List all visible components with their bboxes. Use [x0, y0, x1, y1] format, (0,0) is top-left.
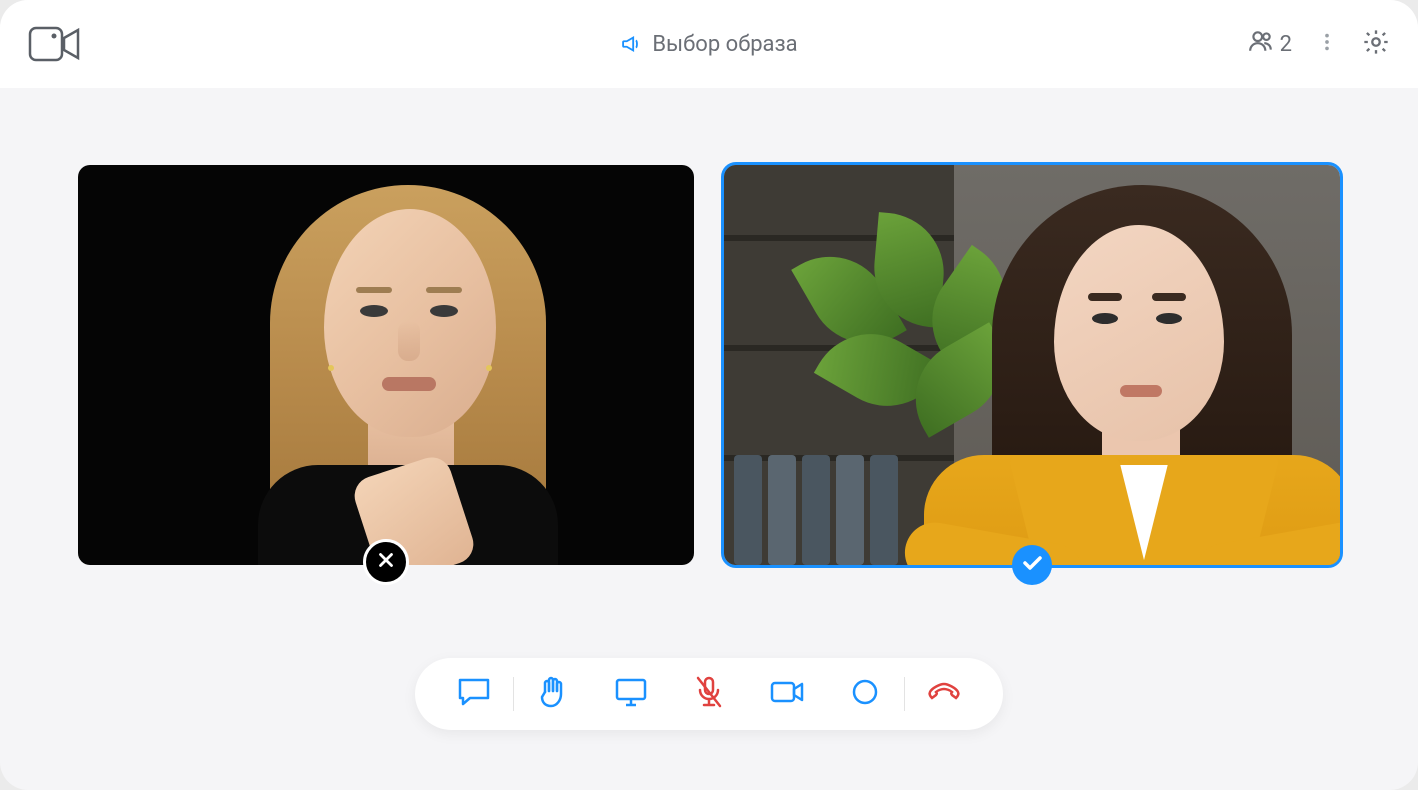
- video-grid: [0, 165, 1418, 565]
- camera-button[interactable]: [748, 658, 826, 730]
- microphone-button[interactable]: [670, 658, 748, 730]
- screen-share-button[interactable]: [592, 658, 670, 730]
- screen-share-icon: [614, 677, 648, 711]
- participants-button[interactable]: 2: [1248, 28, 1292, 60]
- hangup-button[interactable]: [905, 658, 983, 730]
- hangup-icon: [926, 678, 962, 710]
- hand-icon: [538, 676, 568, 712]
- accept-badge[interactable]: [1012, 545, 1052, 585]
- control-bar: [415, 658, 1003, 730]
- reject-badge[interactable]: [363, 539, 409, 585]
- video-feed-2: [724, 165, 1340, 565]
- header-title-wrap: Выбор образа: [620, 32, 797, 57]
- raise-hand-button[interactable]: [514, 658, 592, 730]
- topbar-right: 2: [1248, 28, 1390, 60]
- reject-icon: [375, 549, 397, 575]
- participants-icon: [1248, 28, 1274, 60]
- more-vertical-icon: [1316, 31, 1338, 57]
- microphone-muted-icon: [694, 676, 724, 712]
- megaphone-icon: [620, 33, 642, 55]
- accept-icon: [1020, 551, 1044, 579]
- more-menu-button[interactable]: [1316, 31, 1338, 57]
- record-icon: [851, 678, 879, 710]
- camera-icon: [769, 678, 805, 710]
- video-tile-2[interactable]: [724, 165, 1340, 565]
- record-button[interactable]: [826, 658, 904, 730]
- video-tile-1[interactable]: [78, 165, 694, 565]
- video-call-window: Выбор образа 2: [0, 0, 1418, 790]
- video-feed-1: [78, 165, 694, 565]
- chat-icon: [457, 677, 491, 711]
- participants-count: 2: [1280, 32, 1292, 57]
- topbar: Выбор образа 2: [0, 0, 1418, 88]
- gear-icon: [1362, 28, 1390, 60]
- app-logo[interactable]: [28, 26, 80, 62]
- chat-button[interactable]: [435, 658, 513, 730]
- settings-button[interactable]: [1362, 28, 1390, 60]
- header-title: Выбор образа: [652, 32, 797, 57]
